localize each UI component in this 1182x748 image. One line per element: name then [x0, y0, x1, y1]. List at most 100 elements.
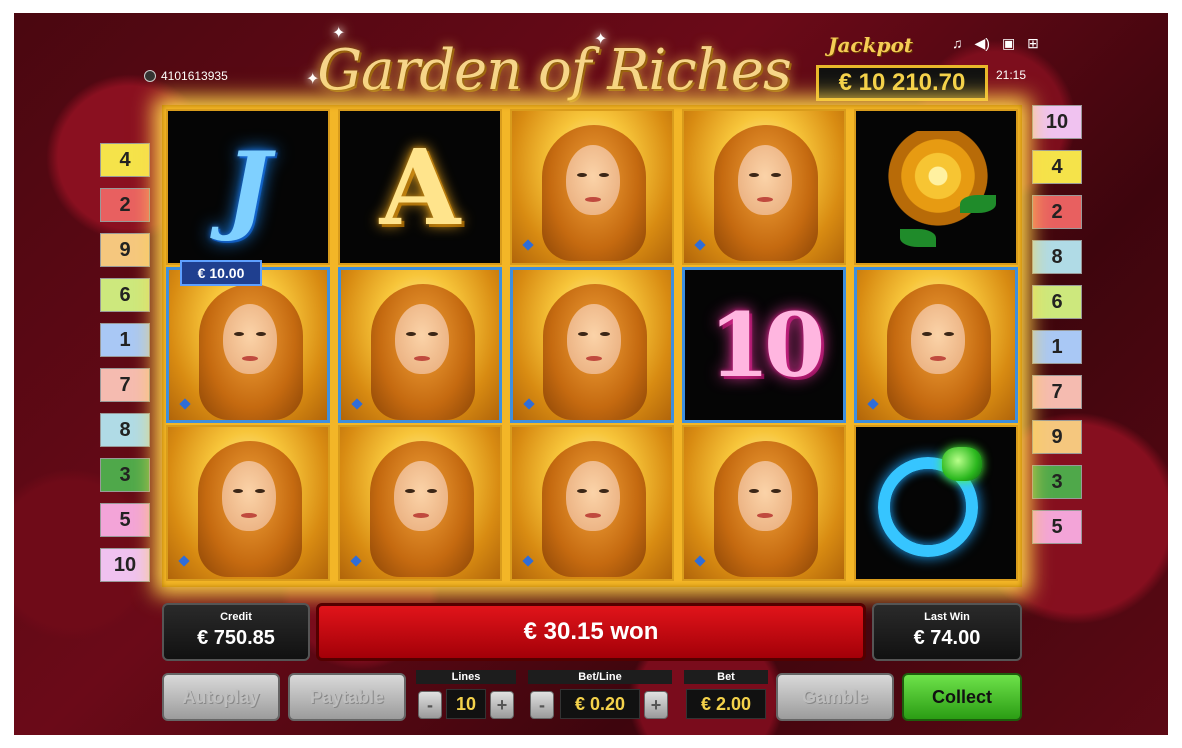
symbol-letter: J [225, 130, 271, 244]
symbol-girl [854, 267, 1018, 423]
rose-icon [886, 131, 990, 231]
top-icons: ♫ ◀) ▣ ⊞ [952, 35, 1039, 52]
lips [930, 356, 946, 361]
payline-marker: 9 [100, 233, 150, 267]
gem-icon [178, 555, 190, 567]
payline-marker: 3 [100, 458, 150, 492]
credit-panel: Credit € 750.85 [162, 603, 310, 661]
reel-5 [854, 109, 1018, 583]
credit-value: € 750.85 [197, 627, 275, 649]
symbol-girl [510, 109, 674, 265]
collect-button[interactable]: Collect [902, 673, 1022, 721]
eye [578, 332, 588, 336]
clock: 21:15 [996, 68, 1027, 82]
lines-label: Lines [416, 670, 516, 684]
gem-icon [522, 555, 534, 567]
symbol-girl [510, 425, 674, 581]
eye [749, 489, 759, 493]
lines-plus-button[interactable]: + [490, 691, 514, 719]
girl-face [222, 461, 276, 531]
eye [405, 489, 415, 493]
gem-icon [179, 398, 191, 410]
eye [234, 332, 244, 336]
reel-1: J [166, 109, 330, 583]
autoplay-button[interactable]: Autoplay [162, 673, 280, 721]
girl-face [566, 461, 620, 531]
lips [585, 513, 601, 518]
symbol-girl [338, 425, 502, 581]
payline-marker: 6 [1032, 285, 1082, 319]
payline-marker: 7 [1032, 375, 1082, 409]
lines-value: 10 [446, 689, 486, 719]
payline-marker: 2 [1032, 195, 1082, 229]
gem-icon [694, 239, 706, 251]
ticket-id: 4101613935 [144, 69, 228, 83]
eye [749, 173, 759, 177]
lips [757, 513, 773, 518]
payline-marker: 8 [100, 413, 150, 447]
payline-marker: 9 [1032, 420, 1082, 454]
betline-plus-button[interactable]: + [644, 691, 668, 719]
symbol-girl [510, 267, 674, 423]
gem-icon [351, 398, 363, 410]
girl-face [911, 304, 965, 374]
reel-4: 10 [682, 109, 846, 583]
symbol-a: A [338, 109, 502, 265]
sound-icon[interactable]: ◀) [975, 35, 990, 52]
eye [771, 489, 781, 493]
menu-icon[interactable]: ⊞ [1027, 35, 1039, 52]
paytable-button[interactable]: Paytable [288, 673, 406, 721]
payline-marker: 10 [1032, 105, 1082, 139]
symbol-rose [854, 109, 1018, 265]
lips [586, 356, 602, 361]
sparkle-icon: ✦ [332, 25, 346, 42]
gamble-button[interactable]: Gamble [776, 673, 894, 721]
payline-marker: 10 [100, 548, 150, 582]
gem-icon [867, 398, 879, 410]
payline-marker: 1 [1032, 330, 1082, 364]
eye [577, 489, 587, 493]
eye [256, 332, 266, 336]
symbol-girl [682, 425, 846, 581]
eye [600, 332, 610, 336]
betline-value: € 0.20 [560, 689, 640, 719]
lips [414, 356, 430, 361]
symbol-girl [338, 267, 502, 423]
eye [922, 332, 932, 336]
sparkle-icon: ✦ [306, 71, 320, 88]
fullscreen-icon[interactable]: ▣ [1002, 35, 1015, 52]
ticket-id-text: 4101613935 [161, 69, 228, 83]
payline-marker: 6 [100, 278, 150, 312]
lines-minus-button[interactable]: - [418, 691, 442, 719]
reel-area: J A 10 [162, 105, 1022, 587]
symbol-j: J [166, 109, 330, 265]
last-win-panel: Last Win € 74.00 [872, 603, 1022, 661]
gem-icon [694, 555, 706, 567]
symbol-girl [166, 425, 330, 581]
leaf [960, 195, 996, 213]
gem-icon [523, 398, 535, 410]
lips [241, 513, 257, 518]
payline-marker: 3 [1032, 465, 1082, 499]
lips [242, 356, 258, 361]
payline-marker: 5 [100, 503, 150, 537]
jackpot-label: Jackpot [828, 33, 914, 57]
eye [771, 173, 781, 177]
lips [585, 197, 601, 202]
eye [428, 332, 438, 336]
eye [577, 173, 587, 177]
emerald-icon [942, 447, 982, 481]
betline-minus-button[interactable]: - [530, 691, 554, 719]
bet-value: € 2.00 [686, 689, 766, 719]
game-title: Garden of Riches [317, 38, 791, 103]
sparkle-icon: ✦ [594, 31, 608, 48]
music-icon[interactable]: ♫ [952, 35, 963, 52]
eye [944, 332, 954, 336]
bet-label: Bet [684, 670, 768, 684]
lips [413, 513, 429, 518]
line-win-label: € 10.00 [180, 260, 262, 286]
eye [406, 332, 416, 336]
girl-face [394, 461, 448, 531]
reel-2: A [338, 109, 502, 583]
symbol-girl [682, 109, 846, 265]
